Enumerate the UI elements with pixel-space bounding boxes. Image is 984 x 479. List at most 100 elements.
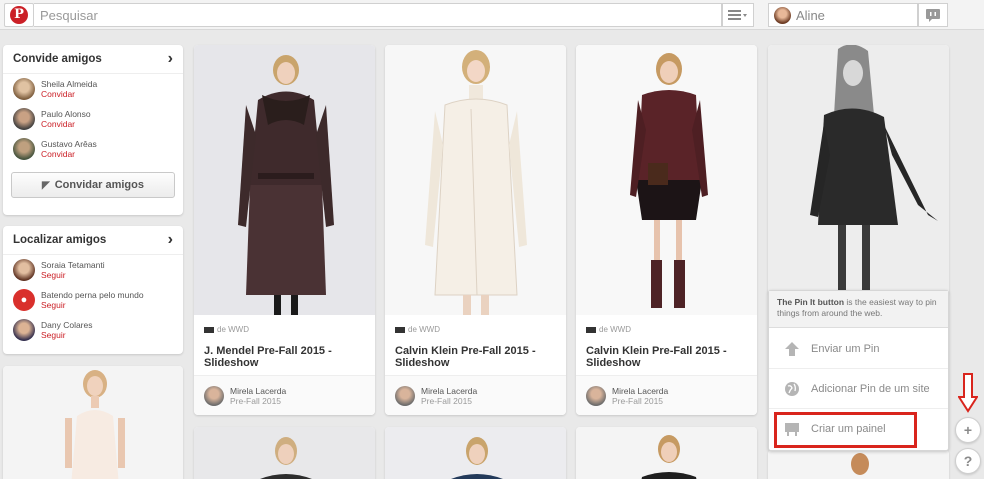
follow-link[interactable]: Seguir: [41, 270, 105, 280]
pin-it-tip: The Pin It button is the easiest way to …: [769, 291, 948, 328]
down-arrow-icon: [958, 373, 978, 413]
pin-card[interactable]: [768, 45, 949, 295]
invite-friends-header[interactable]: Convide amigos ›: [3, 45, 183, 74]
pin-card[interactable]: de WWD Calvin Klein Pre-Fall 2015 - Slid…: [385, 45, 566, 415]
pin-card[interactable]: [768, 450, 949, 479]
pin-attribution[interactable]: Mirela Lacerda Pre-Fall 2015: [576, 375, 757, 415]
pin-attribution[interactable]: Mirela Lacerda Pre-Fall 2015: [194, 375, 375, 415]
pin-image: [385, 45, 566, 315]
invite-link[interactable]: Convidar: [41, 149, 97, 159]
upload-pin-item[interactable]: Enviar um Pin: [769, 329, 948, 369]
globe-icon: [783, 380, 801, 398]
upload-pin-label: Enviar um Pin: [811, 342, 880, 355]
module-title: Localizar amigos: [13, 234, 107, 246]
list-item: Sheila Almeida Convidar: [3, 74, 183, 104]
person-name: Gustavo Arêas: [41, 139, 97, 149]
pin-title: Calvin Klein Pre-Fall 2015 - Slideshow: [395, 345, 536, 369]
highlight-box: [774, 412, 917, 448]
source-label: de WWD: [408, 325, 440, 334]
pin-image: [768, 450, 949, 479]
avatar: [13, 108, 35, 130]
pin-title: J. Mendel Pre-Fall 2015 - Slideshow: [204, 345, 332, 369]
person-name: Dany Colares: [41, 320, 93, 330]
pin-card[interactable]: [3, 366, 183, 479]
source-icon: [204, 326, 214, 333]
pinner-name: Mirela Lacerda: [421, 385, 478, 396]
board-name: Pre-Fall 2015: [612, 395, 664, 406]
map-pin-icon: ●: [20, 294, 28, 306]
pin-card[interactable]: [194, 427, 375, 479]
pinner-name: Mirela Lacerda: [230, 385, 287, 396]
invite-friends-label: Convidar amigos: [54, 179, 144, 191]
person-name: Batendo perna pelo mundo: [41, 290, 144, 300]
pin-image: [3, 366, 183, 479]
plus-icon: +: [963, 422, 973, 438]
avatar: [774, 6, 791, 24]
avatar: [395, 385, 415, 406]
pin-source[interactable]: de WWD: [395, 325, 440, 334]
avatar: ●: [13, 289, 35, 311]
list-item: Gustavo Arêas Convidar: [3, 134, 183, 164]
tip-bold: The Pin It button: [777, 297, 845, 307]
add-button[interactable]: +: [955, 417, 981, 443]
upload-arrow-icon: [783, 340, 801, 358]
pin-image: [768, 45, 949, 295]
top-bar: P Pesquisar Aline: [0, 0, 984, 30]
pinner-name: Mirela Lacerda: [612, 385, 669, 396]
list-item: Paulo Alonso Convidar: [3, 104, 183, 134]
invite-friends-module: Convide amigos › Sheila Almeida Convidar…: [3, 45, 183, 215]
user-profile-button[interactable]: Aline: [768, 3, 918, 27]
source-label: de WWD: [599, 325, 631, 334]
follow-link[interactable]: Seguir: [41, 330, 93, 340]
pin-image: [385, 427, 566, 479]
pin-card[interactable]: de WWD Calvin Klein Pre-Fall 2015 - Slid…: [576, 45, 757, 415]
module-title: Convide amigos: [13, 53, 102, 65]
pin-card[interactable]: [576, 427, 757, 479]
person-name: Sheila Almeida: [41, 79, 98, 89]
chevron-right-icon: ›: [167, 231, 173, 248]
person-name: Soraia Tetamanti: [41, 260, 105, 270]
chevron-right-icon: ›: [167, 50, 173, 67]
avatar: [13, 319, 35, 341]
speech-bubble-icon: [926, 8, 940, 22]
help-button[interactable]: ?: [955, 448, 981, 474]
pin-source[interactable]: de WWD: [204, 325, 249, 334]
avatar: [586, 385, 606, 406]
list-item: Dany Colares Seguir: [3, 315, 183, 345]
avatar: [13, 259, 35, 281]
user-name: Aline: [796, 7, 825, 23]
pinterest-p-icon: P: [10, 6, 28, 24]
add-pin-from-site-label: Adicionar Pin de um site: [811, 382, 930, 395]
pin-attribution[interactable]: Mirela Lacerda Pre-Fall 2015: [385, 375, 566, 415]
pin-source[interactable]: de WWD: [586, 325, 631, 334]
invite-link[interactable]: Convidar: [41, 119, 91, 129]
source-label: de WWD: [217, 325, 249, 334]
add-pin-from-site-item[interactable]: Adicionar Pin de um site: [769, 369, 948, 409]
question-icon: ?: [963, 453, 973, 469]
follow-link[interactable]: Seguir: [41, 300, 144, 310]
pin-image: [194, 45, 375, 315]
avatar: [204, 385, 224, 406]
search-input[interactable]: Pesquisar: [34, 3, 722, 27]
source-icon: [395, 326, 405, 333]
pin-image: [576, 427, 757, 479]
pin-title: Calvin Klein Pre-Fall 2015 - Slideshow: [586, 345, 727, 369]
hamburger-icon: [728, 10, 747, 20]
board-name: Pre-Fall 2015: [230, 395, 282, 406]
find-friends-module: Localizar amigos › Soraia Tetamanti Segu…: [3, 226, 183, 354]
paper-plane-icon: ◤: [42, 179, 50, 191]
list-item: ● Batendo perna pelo mundo Seguir: [3, 285, 183, 315]
pin-image: [194, 427, 375, 479]
pin-card[interactable]: de WWD J. Mendel Pre-Fall 2015 - Slidesh…: [194, 45, 375, 415]
pinterest-logo[interactable]: P: [4, 3, 34, 27]
invite-link[interactable]: Convidar: [41, 89, 97, 99]
categories-menu-button[interactable]: [722, 3, 754, 27]
find-friends-header[interactable]: Localizar amigos ›: [3, 226, 183, 255]
pin-image: [576, 45, 757, 315]
pin-card[interactable]: [385, 427, 566, 479]
person-name: Paulo Alonso: [41, 109, 91, 119]
avatar: [13, 78, 35, 100]
avatar: [13, 138, 35, 160]
invite-friends-button[interactable]: ◤ Convidar amigos: [11, 172, 175, 198]
notifications-button[interactable]: [918, 3, 948, 27]
